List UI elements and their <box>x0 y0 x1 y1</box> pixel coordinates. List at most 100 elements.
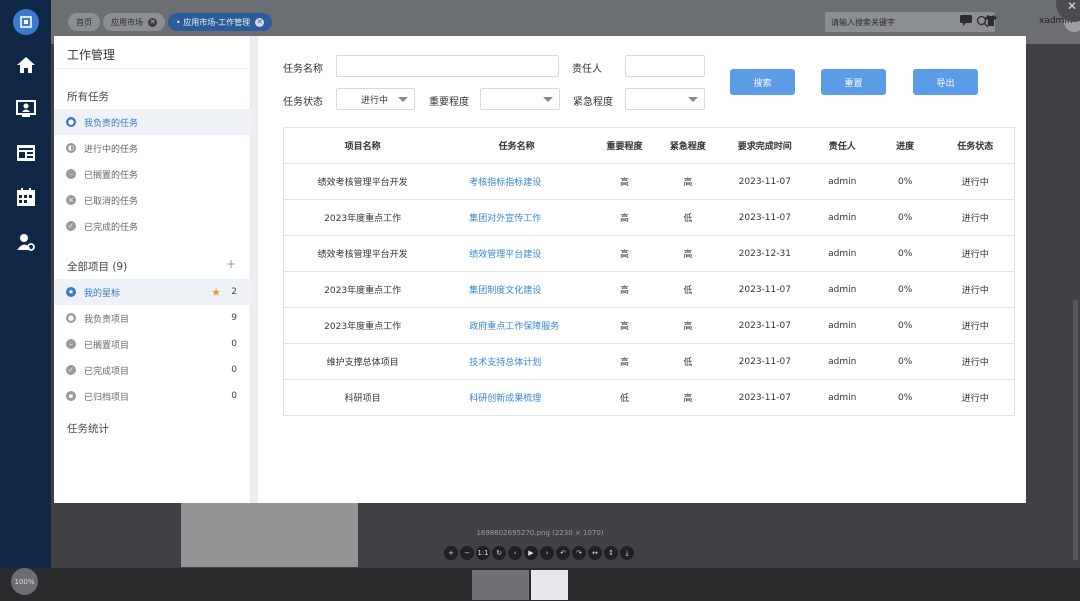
scrollbar[interactable] <box>1073 300 1078 560</box>
task-name-input[interactable] <box>336 55 559 77</box>
progress-cell: 0% <box>873 379 937 416</box>
check-icon: ✓ <box>66 365 76 375</box>
due-date-cell: 2023-12-31 <box>718 235 811 272</box>
column-header: 紧急程度 <box>656 127 719 164</box>
person-icon: ● <box>66 313 76 323</box>
importance-label: 重要程度 <box>429 97 469 108</box>
due-date-cell: 2023-11-07 <box>718 271 811 308</box>
close-icon[interactable]: ✕ <box>148 17 157 27</box>
rotate-left-icon[interactable]: ↶ <box>556 546 570 560</box>
user-settings-icon[interactable] <box>14 230 38 254</box>
project-item-starred[interactable]: ★ 我的星标 ★ 2 <box>54 279 251 305</box>
one-to-one-icon[interactable]: 1:1 <box>476 546 490 560</box>
progress-cell: 0% <box>873 199 937 236</box>
play-icon[interactable]: ▶ <box>524 546 538 560</box>
status-cell: 进行中 <box>936 307 1015 344</box>
download-icon[interactable]: ⤓ <box>620 546 634 560</box>
task-item-shelved[interactable]: – 已搁置的任务 <box>54 161 251 187</box>
importance-cell: 低 <box>592 379 657 416</box>
export-button[interactable]: 导出 <box>913 69 978 95</box>
urgency-cell: 高 <box>656 235 719 272</box>
task-name-link[interactable]: 集团制度文化建设 <box>441 271 593 308</box>
owner-cell: admin <box>810 307 874 344</box>
importance-cell: 高 <box>592 163 657 200</box>
sidebar-title: 工作管理 <box>67 48 116 62</box>
prev-icon[interactable]: ‹ <box>508 546 522 560</box>
project-item-shelved[interactable]: – 已搁置项目 0 <box>54 331 251 357</box>
news-icon[interactable] <box>14 141 38 165</box>
importance-cell: 高 <box>592 199 657 236</box>
flip-horizontal-icon[interactable]: ↔ <box>588 546 602 560</box>
task-name-label: 任务名称 <box>283 64 323 75</box>
task-item-cancelled[interactable]: × 已取消的任务 <box>54 187 251 213</box>
column-header: 任务名称 <box>441 127 593 164</box>
status-cell: 进行中 <box>936 379 1015 416</box>
reset-icon[interactable]: ↻ <box>492 546 506 560</box>
background-thumbnail <box>181 503 358 567</box>
due-date-cell: 2023-11-07 <box>718 199 811 236</box>
due-date-cell: 2023-11-07 <box>718 379 811 416</box>
chevron-down-icon <box>688 97 698 102</box>
task-name-link[interactable]: 技术支持总体计划 <box>441 343 593 380</box>
status-cell: 进行中 <box>936 163 1015 200</box>
project-name-cell: 2023年度重点工作 <box>283 271 442 308</box>
urgency-select[interactable] <box>625 88 705 110</box>
due-date-cell: 2023-11-07 <box>718 343 811 380</box>
message-icon[interactable] <box>960 15 972 26</box>
image-caption: 1698802695270.png (2230 × 1070) <box>476 529 604 537</box>
task-stats-link[interactable]: 任务统计 <box>67 421 109 436</box>
tab-work-management[interactable]: • 应用市场-工作管理 ✕ <box>168 13 273 31</box>
task-name-link[interactable]: 绩效管理平台建设 <box>441 235 593 272</box>
owner-input[interactable] <box>625 55 705 77</box>
status-select[interactable]: 进行中 <box>336 88 415 110</box>
urgency-cell: 高 <box>656 307 719 344</box>
home-icon[interactable] <box>14 53 38 77</box>
task-name-link[interactable]: 科研创新成果梳理 <box>441 379 593 416</box>
flip-vertical-icon[interactable]: ↕ <box>604 546 618 560</box>
all-tasks-heading: 所有任务 <box>67 91 109 103</box>
search-button[interactable]: 搜索 <box>730 69 795 95</box>
reset-button[interactable]: 重置 <box>821 69 886 95</box>
task-name-link[interactable]: 政府重点工作保障服务 <box>441 307 593 344</box>
task-name-link[interactable]: 考核指标指标建设 <box>441 163 593 200</box>
project-name-cell: 科研项目 <box>283 379 442 416</box>
due-date-cell: 2023-11-07 <box>718 163 811 200</box>
rotate-right-icon[interactable]: ↷ <box>572 546 586 560</box>
shirt-theme-icon[interactable] <box>985 14 997 26</box>
importance-cell: 高 <box>592 343 657 380</box>
importance-cell: 高 <box>592 271 657 308</box>
urgency-cell: 高 <box>656 379 719 416</box>
task-item-completed[interactable]: ✓ 已完成的任务 <box>54 213 251 239</box>
add-project-icon[interactable]: + <box>226 257 236 271</box>
progress-cell: 0% <box>873 307 937 344</box>
project-item-completed[interactable]: ✓ 已完成项目 0 <box>54 357 251 383</box>
next-icon[interactable]: › <box>540 546 554 560</box>
task-item-my-tasks[interactable]: ● 我负责的任务 <box>54 109 251 135</box>
zoom-out-icon[interactable]: − <box>460 546 474 560</box>
due-date-cell: 2023-11-07 <box>718 307 811 344</box>
importance-cell: 高 <box>592 235 657 272</box>
table-header-row: 项目名称 任务名称 重要程度 紧急程度 要求完成时间 责任人 进度 任务状态 <box>283 127 1015 164</box>
column-header: 进度 <box>873 127 937 164</box>
tab-home[interactable]: 首页 <box>68 13 100 31</box>
monitor-user-icon[interactable] <box>14 97 38 121</box>
progress-cell: 0% <box>873 271 937 308</box>
importance-select[interactable] <box>480 88 560 110</box>
close-icon[interactable]: ✕ <box>255 17 265 27</box>
urgency-label: 紧急程度 <box>573 97 613 108</box>
project-item-mine[interactable]: ● 我负责项目 9 <box>54 305 251 331</box>
task-name-link[interactable]: 集团对外宣传工作 <box>441 199 593 236</box>
thumbnail[interactable] <box>531 570 568 600</box>
app-logo-icon[interactable] <box>13 9 39 35</box>
project-item-archived[interactable]: ▪ 已归档项目 0 <box>54 383 251 409</box>
cancel-icon: × <box>66 195 76 205</box>
calendar-icon[interactable] <box>14 185 38 209</box>
column-header: 项目名称 <box>283 127 442 164</box>
table-row: 2023年度重点工作 政府重点工作保障服务 高 高 2023-11-07 adm… <box>283 307 1015 344</box>
tab-app-market[interactable]: 应用市场 ✕ <box>103 13 165 31</box>
project-name-cell: 绩效考核管理平台开发 <box>283 235 442 272</box>
zoom-in-icon[interactable]: + <box>444 546 458 560</box>
owner-cell: admin <box>810 235 874 272</box>
task-item-in-progress[interactable]: ◐ 进行中的任务 <box>54 135 251 161</box>
thumbnail[interactable] <box>472 570 529 600</box>
